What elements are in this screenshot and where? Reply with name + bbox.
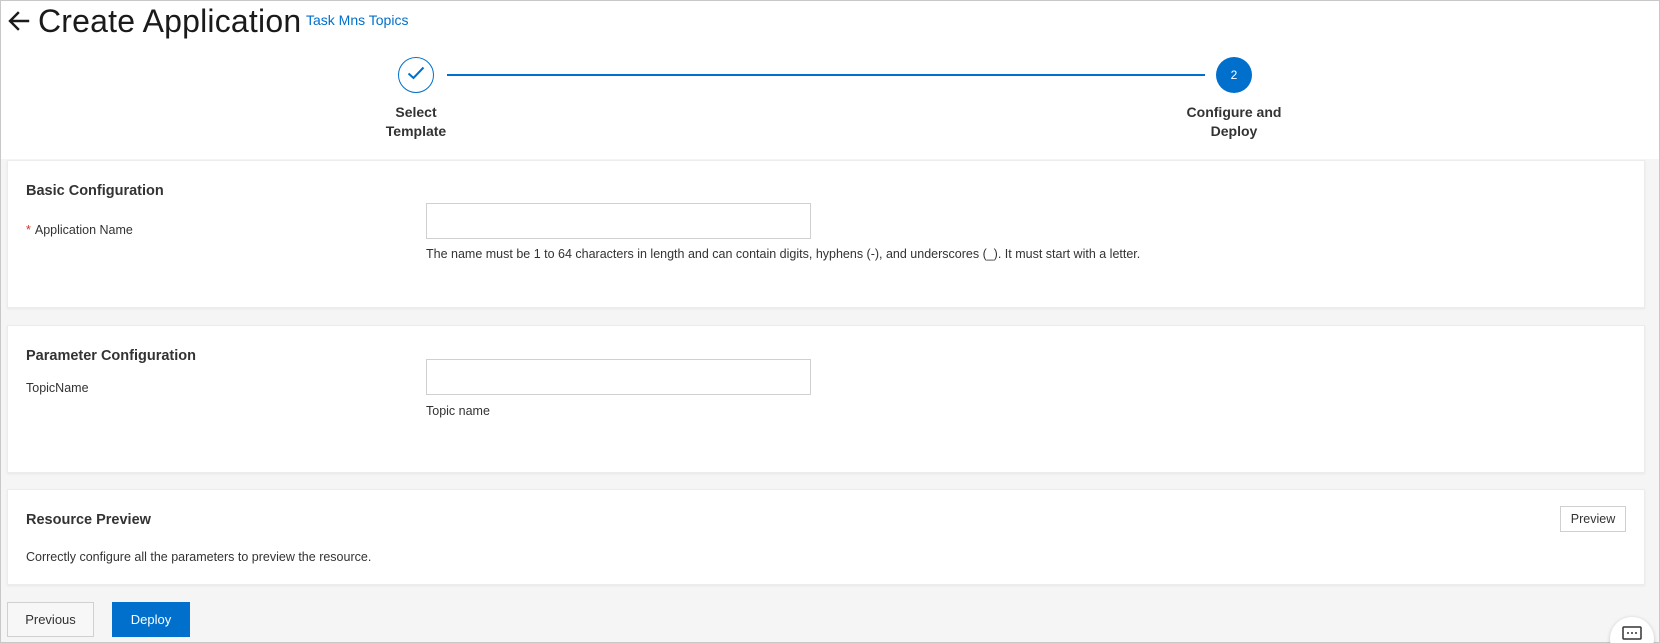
template-name-link[interactable]: Task Mns Topics <box>306 12 408 28</box>
step-1-circle <box>398 57 434 93</box>
preview-button[interactable]: Preview <box>1560 506 1626 532</box>
previous-button[interactable]: Previous <box>7 602 94 637</box>
chat-icon <box>1622 626 1642 643</box>
topic-name-input[interactable] <box>426 359 811 395</box>
step-progress: 2 Select Template Configure and Deploy <box>1 49 1659 159</box>
application-name-input[interactable] <box>426 203 811 239</box>
arrow-left-icon[interactable] <box>7 9 31 33</box>
section-title: Resource Preview <box>26 512 151 528</box>
step-2-circle: 2 <box>1216 57 1252 93</box>
page-header: Create Application Task Mns Topics <box>1 1 1659 49</box>
step-1-label: Select Template <box>385 104 447 139</box>
topic-name-help: Topic name <box>426 404 490 418</box>
checkmark-icon <box>407 66 425 85</box>
step-2-label: Configure and Deploy <box>1186 104 1282 139</box>
application-name-label: * Application Name <box>26 223 133 237</box>
step-connector <box>447 74 1205 76</box>
required-mark: * <box>26 223 31 237</box>
resource-preview-description: Correctly configure all the parameters t… <box>26 550 372 564</box>
parameter-configuration-card: Parameter Configuration TopicName Topic … <box>7 325 1645 473</box>
basic-configuration-card: Basic Configuration * Application Name Th… <box>7 160 1645 308</box>
topic-name-label: TopicName <box>26 381 89 395</box>
application-name-help: The name must be 1 to 64 characters in l… <box>426 247 1141 261</box>
resource-preview-card: Resource Preview Preview Correctly confi… <box>7 489 1645 585</box>
chat-widget[interactable] <box>1610 617 1654 643</box>
app-frame: Create Application Task Mns Topics 2 Sel… <box>0 0 1660 643</box>
deploy-button[interactable]: Deploy <box>112 602 190 637</box>
page-title: Create Application <box>38 3 302 39</box>
section-title: Parameter Configuration <box>26 348 196 364</box>
section-title: Basic Configuration <box>26 183 164 199</box>
